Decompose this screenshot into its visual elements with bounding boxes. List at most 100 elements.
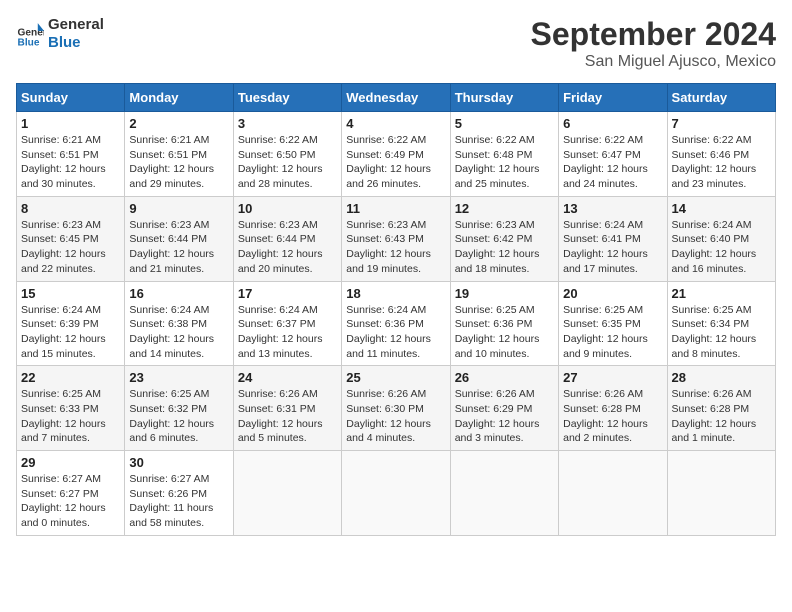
day-number: 1 (21, 116, 120, 131)
day-sunrise: Sunrise: 6:22 AM (346, 134, 426, 146)
calendar-cell: 19 Sunrise: 6:25 AM Sunset: 6:36 PM Dayl… (450, 281, 558, 366)
day-sunrise: Sunrise: 6:23 AM (129, 219, 209, 231)
title-area: September 2024 San Miguel Ajusco, Mexico (531, 16, 776, 71)
col-header-sunday: Sunday (17, 84, 125, 112)
day-sunrise: Sunrise: 6:27 AM (129, 473, 209, 485)
day-daylight: Daylight: 12 hours and 14 minutes. (129, 333, 214, 360)
calendar-header-row: SundayMondayTuesdayWednesdayThursdayFrid… (17, 84, 776, 112)
logo: General Blue General Blue (16, 16, 104, 52)
day-number: 12 (455, 201, 554, 216)
day-sunset: Sunset: 6:28 PM (672, 403, 750, 415)
calendar-table: SundayMondayTuesdayWednesdayThursdayFrid… (16, 83, 776, 536)
calendar-cell (342, 451, 450, 536)
calendar-cell: 11 Sunrise: 6:23 AM Sunset: 6:43 PM Dayl… (342, 196, 450, 281)
day-daylight: Daylight: 12 hours and 13 minutes. (238, 333, 323, 360)
day-sunrise: Sunrise: 6:24 AM (346, 304, 426, 316)
calendar-cell: 30 Sunrise: 6:27 AM Sunset: 6:26 PM Dayl… (125, 451, 233, 536)
day-number: 28 (672, 370, 771, 385)
day-sunset: Sunset: 6:43 PM (346, 233, 424, 245)
day-sunset: Sunset: 6:41 PM (563, 233, 641, 245)
calendar-cell: 7 Sunrise: 6:22 AM Sunset: 6:46 PM Dayli… (667, 112, 775, 197)
logo-blue: Blue (48, 34, 104, 52)
calendar-cell: 10 Sunrise: 6:23 AM Sunset: 6:44 PM Dayl… (233, 196, 341, 281)
calendar-cell: 8 Sunrise: 6:23 AM Sunset: 6:45 PM Dayli… (17, 196, 125, 281)
day-number: 17 (238, 286, 337, 301)
day-sunset: Sunset: 6:29 PM (455, 403, 533, 415)
day-number: 24 (238, 370, 337, 385)
calendar-cell: 2 Sunrise: 6:21 AM Sunset: 6:51 PM Dayli… (125, 112, 233, 197)
logo-icon: General Blue (16, 20, 44, 48)
calendar-cell: 6 Sunrise: 6:22 AM Sunset: 6:47 PM Dayli… (559, 112, 667, 197)
day-sunrise: Sunrise: 6:21 AM (21, 134, 101, 146)
calendar-cell: 29 Sunrise: 6:27 AM Sunset: 6:27 PM Dayl… (17, 451, 125, 536)
day-sunset: Sunset: 6:39 PM (21, 318, 99, 330)
svg-text:Blue: Blue (18, 38, 40, 48)
day-daylight: Daylight: 12 hours and 26 minutes. (346, 163, 431, 190)
col-header-monday: Monday (125, 84, 233, 112)
day-daylight: Daylight: 12 hours and 9 minutes. (563, 333, 648, 360)
day-sunrise: Sunrise: 6:25 AM (455, 304, 535, 316)
day-sunset: Sunset: 6:51 PM (21, 149, 99, 161)
day-daylight: Daylight: 12 hours and 16 minutes. (672, 248, 757, 275)
day-sunrise: Sunrise: 6:23 AM (238, 219, 318, 231)
calendar-cell: 26 Sunrise: 6:26 AM Sunset: 6:29 PM Dayl… (450, 366, 558, 451)
day-daylight: Daylight: 12 hours and 29 minutes. (129, 163, 214, 190)
day-daylight: Daylight: 12 hours and 15 minutes. (21, 333, 106, 360)
calendar-cell (667, 451, 775, 536)
day-number: 26 (455, 370, 554, 385)
calendar-cell: 27 Sunrise: 6:26 AM Sunset: 6:28 PM Dayl… (559, 366, 667, 451)
calendar-cell: 3 Sunrise: 6:22 AM Sunset: 6:50 PM Dayli… (233, 112, 341, 197)
day-sunset: Sunset: 6:38 PM (129, 318, 207, 330)
day-sunrise: Sunrise: 6:25 AM (21, 388, 101, 400)
day-number: 6 (563, 116, 662, 131)
calendar-cell: 5 Sunrise: 6:22 AM Sunset: 6:48 PM Dayli… (450, 112, 558, 197)
logo-general: General (48, 16, 104, 34)
calendar-cell: 20 Sunrise: 6:25 AM Sunset: 6:35 PM Dayl… (559, 281, 667, 366)
calendar-cell: 28 Sunrise: 6:26 AM Sunset: 6:28 PM Dayl… (667, 366, 775, 451)
day-sunset: Sunset: 6:33 PM (21, 403, 99, 415)
calendar-cell (450, 451, 558, 536)
day-daylight: Daylight: 12 hours and 5 minutes. (238, 418, 323, 445)
calendar-cell: 9 Sunrise: 6:23 AM Sunset: 6:44 PM Dayli… (125, 196, 233, 281)
day-number: 21 (672, 286, 771, 301)
day-sunrise: Sunrise: 6:22 AM (672, 134, 752, 146)
day-sunrise: Sunrise: 6:22 AM (238, 134, 318, 146)
day-sunrise: Sunrise: 6:23 AM (455, 219, 535, 231)
day-number: 29 (21, 455, 120, 470)
day-daylight: Daylight: 12 hours and 30 minutes. (21, 163, 106, 190)
day-sunrise: Sunrise: 6:25 AM (563, 304, 643, 316)
calendar-cell: 18 Sunrise: 6:24 AM Sunset: 6:36 PM Dayl… (342, 281, 450, 366)
day-sunset: Sunset: 6:51 PM (129, 149, 207, 161)
calendar-cell: 22 Sunrise: 6:25 AM Sunset: 6:33 PM Dayl… (17, 366, 125, 451)
day-number: 14 (672, 201, 771, 216)
calendar-cell (233, 451, 341, 536)
page-header: General Blue General Blue September 2024… (16, 16, 776, 71)
day-daylight: Daylight: 12 hours and 28 minutes. (238, 163, 323, 190)
day-number: 23 (129, 370, 228, 385)
day-sunrise: Sunrise: 6:23 AM (21, 219, 101, 231)
day-number: 13 (563, 201, 662, 216)
calendar-week-row: 29 Sunrise: 6:27 AM Sunset: 6:27 PM Dayl… (17, 451, 776, 536)
calendar-cell: 23 Sunrise: 6:25 AM Sunset: 6:32 PM Dayl… (125, 366, 233, 451)
day-daylight: Daylight: 12 hours and 22 minutes. (21, 248, 106, 275)
day-number: 25 (346, 370, 445, 385)
day-sunset: Sunset: 6:44 PM (238, 233, 316, 245)
day-sunrise: Sunrise: 6:24 AM (21, 304, 101, 316)
day-sunrise: Sunrise: 6:22 AM (455, 134, 535, 146)
calendar-week-row: 22 Sunrise: 6:25 AM Sunset: 6:33 PM Dayl… (17, 366, 776, 451)
calendar-cell: 14 Sunrise: 6:24 AM Sunset: 6:40 PM Dayl… (667, 196, 775, 281)
day-daylight: Daylight: 12 hours and 18 minutes. (455, 248, 540, 275)
day-number: 27 (563, 370, 662, 385)
day-number: 7 (672, 116, 771, 131)
day-sunset: Sunset: 6:32 PM (129, 403, 207, 415)
day-daylight: Daylight: 12 hours and 23 minutes. (672, 163, 757, 190)
day-sunset: Sunset: 6:36 PM (455, 318, 533, 330)
day-daylight: Daylight: 12 hours and 0 minutes. (21, 502, 106, 529)
calendar-cell (559, 451, 667, 536)
day-number: 10 (238, 201, 337, 216)
day-sunrise: Sunrise: 6:26 AM (563, 388, 643, 400)
day-number: 5 (455, 116, 554, 131)
day-sunrise: Sunrise: 6:24 AM (563, 219, 643, 231)
day-sunrise: Sunrise: 6:25 AM (672, 304, 752, 316)
day-sunset: Sunset: 6:45 PM (21, 233, 99, 245)
